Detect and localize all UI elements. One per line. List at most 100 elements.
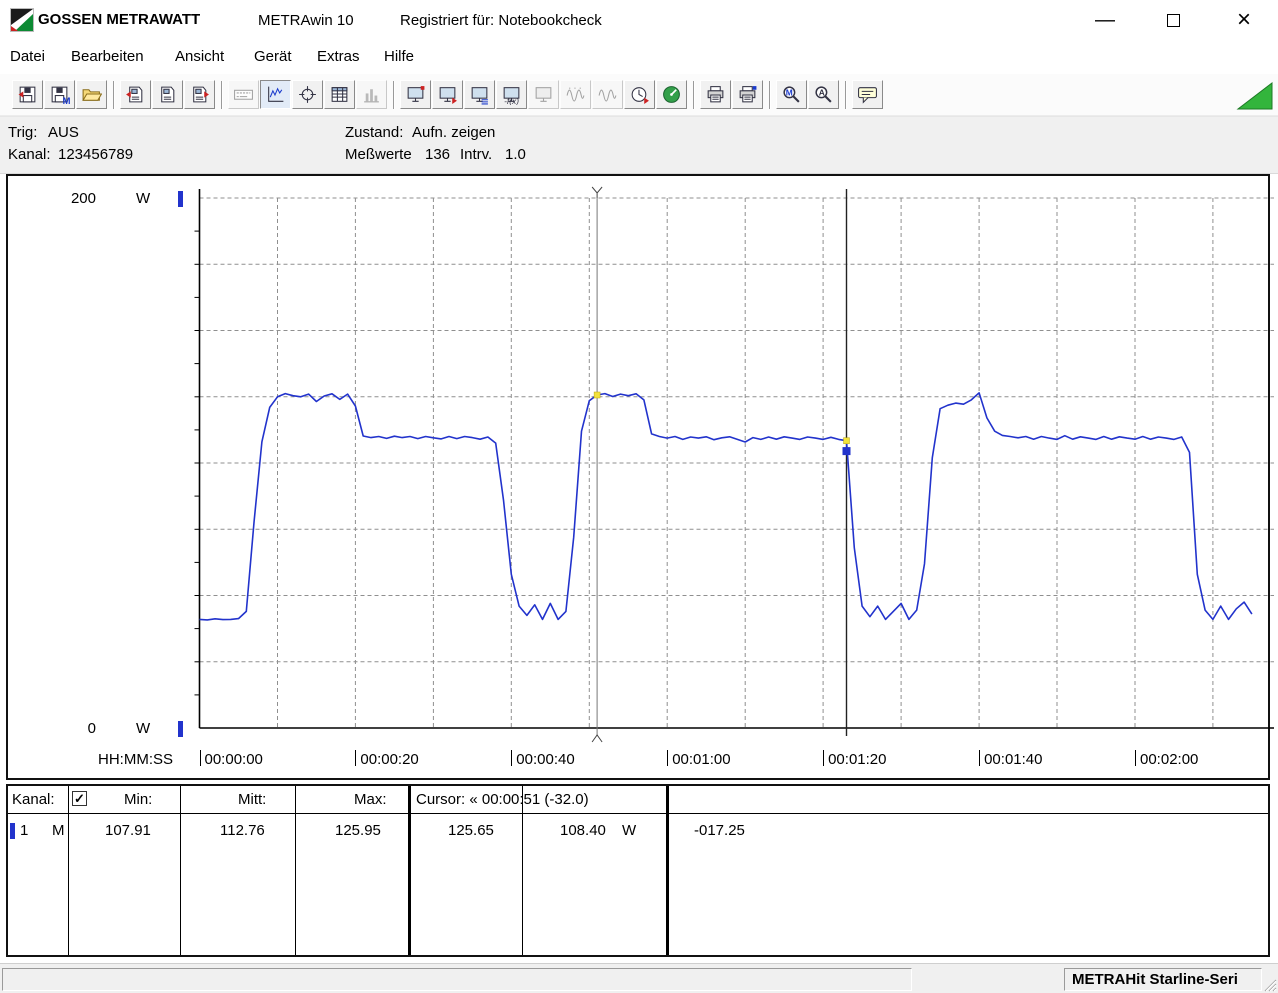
toolbar-separator — [769, 80, 771, 109]
cursor-1-top-marker[interactable] — [591, 186, 603, 198]
table-divider — [522, 786, 523, 955]
save-in-button[interactable] — [12, 80, 43, 109]
table-divider-thick — [408, 786, 411, 955]
print-icon — [707, 86, 724, 103]
print-button[interactable] — [700, 80, 731, 109]
wave-view-button[interactable] — [592, 80, 623, 109]
toolbar-separator — [693, 80, 695, 109]
histogram-icon — [363, 88, 380, 103]
status-triangle-icon[interactable] — [1236, 82, 1274, 111]
write-device-button[interactable] — [184, 80, 215, 109]
table-view-button[interactable] — [324, 80, 355, 109]
interval-timer-button[interactable] — [624, 80, 655, 109]
monitor-button[interactable] — [400, 80, 431, 109]
monitor-fx-button[interactable]: -f(x) — [496, 80, 527, 109]
monitor-fx-icon: -f(x) — [503, 87, 520, 105]
zoom-m-icon: M — [783, 86, 800, 103]
menu-extras[interactable]: Extras — [317, 48, 360, 65]
device-name-panel: METRAHit Starline-Seri — [1064, 968, 1262, 991]
channel-range-marker-bottom — [178, 721, 183, 737]
toolbar-separator — [113, 80, 115, 109]
title-bar: GOSSEN METRAWATT METRAwin 10 Registriert… — [0, 0, 1278, 40]
yt-chart-icon — [268, 86, 284, 102]
kanal-label: Kanal: — [8, 146, 51, 163]
app-title: METRAwin 10 — [258, 12, 354, 29]
x-tick-mark — [355, 750, 357, 766]
close-button[interactable]: × — [1221, 0, 1267, 40]
cursor-2-channel-marker — [842, 447, 851, 456]
maximize-icon — [1166, 13, 1180, 27]
kanal-value: 123456789 — [58, 146, 134, 163]
zustand-value: Aufn. zeigen — [412, 124, 496, 141]
x-tick-label: 00:00:20 — [360, 751, 419, 768]
zoom-a-icon: A — [815, 86, 832, 103]
x-tick-label: 00:01:20 — [828, 751, 887, 768]
resize-grip[interactable] — [1262, 977, 1277, 992]
zustand-label: Zustand: — [345, 124, 404, 141]
waveform-line — [199, 392, 1253, 621]
write-device-icon — [193, 86, 209, 103]
svg-text:M: M — [63, 96, 70, 105]
online-gauge-icon — [662, 85, 681, 104]
wave-points-button[interactable] — [560, 80, 591, 109]
menu-bar: Datei Bearbeiten Ansicht Gerät Extras Hi… — [0, 40, 1278, 74]
online-gauge-button[interactable] — [656, 80, 687, 109]
minimize-button[interactable]: — — [1082, 0, 1128, 40]
min-value: 107.91 — [105, 822, 151, 839]
x-tick-label: 00:02:00 — [1140, 751, 1199, 768]
table-header-rule — [8, 813, 1268, 814]
svg-text:-f(x): -f(x) — [504, 96, 519, 105]
open-file-button[interactable] — [76, 80, 107, 109]
table-divider — [295, 786, 296, 955]
registration-text: Registriert für: Notebookcheck — [400, 12, 602, 29]
cursor1-value: 125.65 — [448, 822, 494, 839]
x-tick-label: 00:01:40 — [984, 751, 1043, 768]
read-device-icon — [126, 86, 143, 103]
device-memory-button[interactable] — [152, 80, 183, 109]
menu-geraet[interactable]: Gerät — [254, 48, 292, 65]
note-button[interactable] — [852, 80, 883, 109]
maximize-button[interactable] — [1150, 0, 1196, 40]
channel-number: 1 — [20, 822, 29, 839]
print-preview-button[interactable] — [732, 80, 763, 109]
status-bar: METRAHit Starline-Seri — [0, 963, 1278, 993]
channel-visible-checkbox[interactable]: ✓ — [72, 791, 87, 806]
minimize-icon: — — [1095, 8, 1115, 31]
menu-datei[interactable]: Datei — [10, 48, 45, 65]
yt-plot-area[interactable] — [192, 186, 1274, 744]
menu-hilfe[interactable]: Hilfe — [384, 48, 414, 65]
read-device-button[interactable] — [120, 80, 151, 109]
x-tick-mark — [667, 750, 669, 766]
table-divider-thick — [666, 786, 669, 955]
monitor-list-button[interactable] — [464, 80, 495, 109]
numeric-display-icon — [234, 89, 253, 100]
save-m-icon: M — [51, 86, 70, 105]
zoom-m-button[interactable]: M — [776, 80, 807, 109]
open-folder-icon — [82, 89, 102, 101]
col-max-header: Max: — [354, 791, 387, 808]
note-bubble-icon — [858, 87, 877, 103]
wave-view-icon — [598, 89, 617, 102]
statusbar-message-panel — [2, 968, 912, 991]
x-tick-label: 00:00:40 — [516, 751, 575, 768]
xy-chart-icon — [298, 85, 317, 104]
histogram-button[interactable] — [356, 80, 387, 109]
yt-chart-button[interactable] — [260, 80, 291, 109]
cursor-1-bottom-marker[interactable] — [591, 734, 603, 743]
numeric-display-button[interactable] — [228, 80, 259, 109]
col-kanal-header: Kanal: — [12, 791, 55, 808]
save-m-button[interactable]: M — [44, 80, 75, 109]
y-axis-top-label: 200 — [70, 190, 96, 207]
app-logo-icon — [10, 8, 34, 32]
monitor-offline-button[interactable] — [528, 80, 559, 109]
menu-bearbeiten[interactable]: Bearbeiten — [71, 48, 144, 65]
checkmark-icon: ✓ — [74, 791, 85, 806]
delta-value: -017.25 — [694, 822, 745, 839]
zoom-a-button[interactable]: A — [808, 80, 839, 109]
y-axis-bottom-label: 0 — [87, 720, 96, 737]
xy-chart-button[interactable] — [292, 80, 323, 109]
monitor-export-button[interactable] — [432, 80, 463, 109]
menu-ansicht[interactable]: Ansicht — [175, 48, 224, 65]
measurement-status-panel: Trig: AUS Kanal: 123456789 Zustand: Aufn… — [0, 116, 1278, 174]
close-icon: × — [1236, 6, 1251, 33]
